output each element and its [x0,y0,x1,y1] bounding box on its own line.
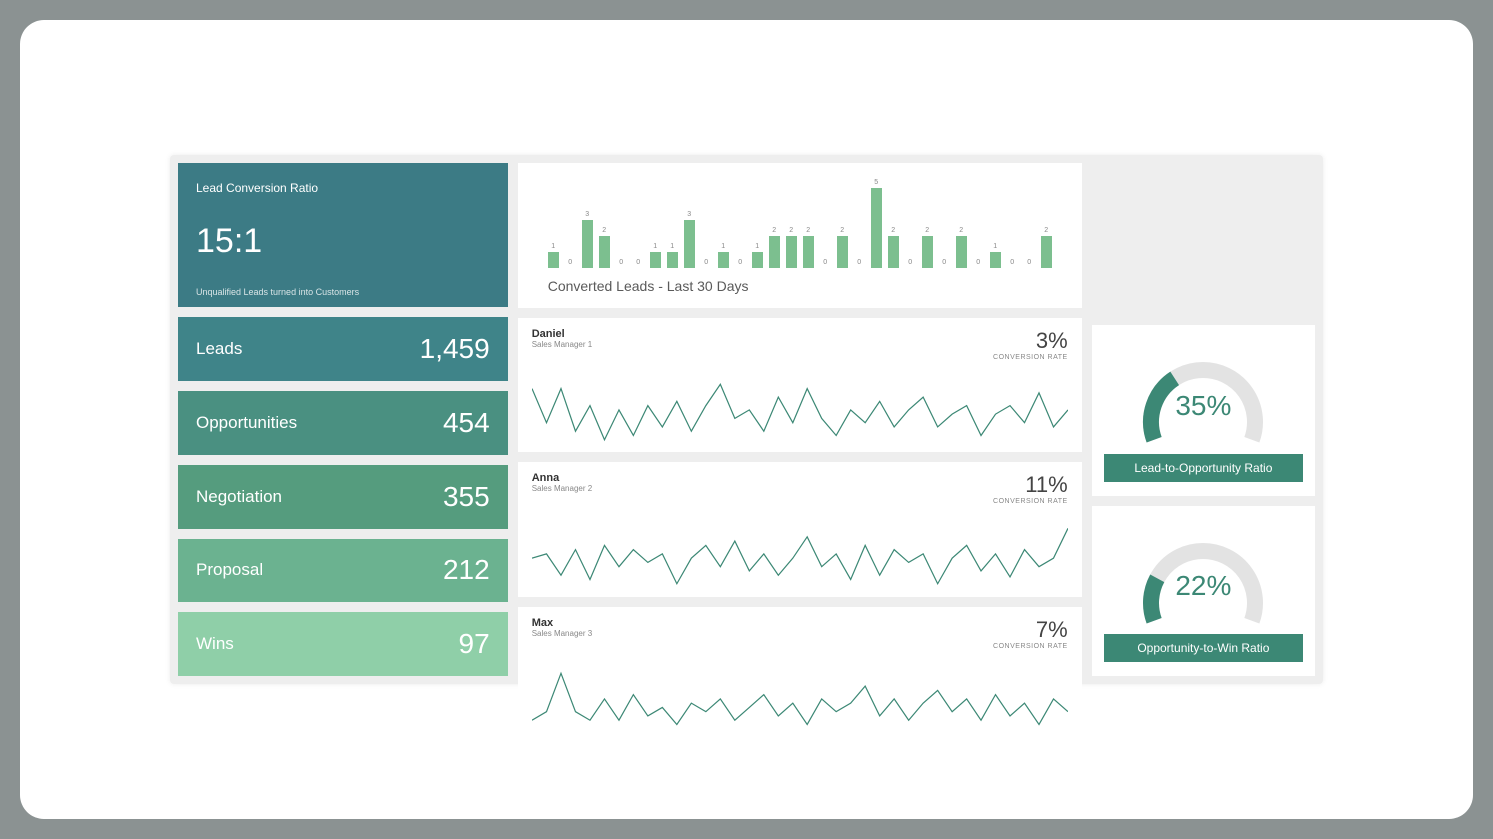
converted-leads-bar-chart: 103200113010122202052020201002 Converted… [518,163,1082,308]
gauge-pct: 35% [1175,390,1231,422]
manager-rate-label: CONVERSION RATE [993,354,1068,361]
bar-item: 2 [786,227,797,268]
sparkline-max [532,652,1068,737]
lead-conversion-ratio-card: Lead Conversion Ratio 15:1 Unqualified L… [178,163,508,307]
right-column: 35% Lead-to-Opportunity Ratio 22% Opport… [1092,163,1315,676]
bar-item: 3 [684,211,695,268]
bar-item: 2 [888,227,899,268]
bar-item: 5 [871,179,882,268]
manager-role: Sales Manager 3 [532,629,592,638]
bar-item: 0 [820,259,831,268]
bar-item: 0 [905,259,916,268]
bar-item: 0 [701,259,712,268]
sparkline-anna [532,507,1068,592]
funnel-wins[interactable]: Wins 97 [178,612,508,676]
bar-item: 1 [667,243,678,268]
middle-column: 103200113010122202052020201002 Converted… [518,163,1082,676]
bar-item: 3 [582,211,593,268]
bar-item: 0 [565,259,576,268]
bar-item: 0 [973,259,984,268]
manager-card-daniel: Daniel Sales Manager 1 3% CONVERSION RAT… [518,318,1082,452]
bar-item: 0 [854,259,865,268]
gauge-label: Lead-to-Opportunity Ratio [1104,454,1303,482]
manager-rate-label: CONVERSION RATE [993,643,1068,650]
manager-name: Max [532,617,592,629]
funnel-value: 97 [459,628,490,660]
bar-item: 1 [650,243,661,268]
bar-item: 2 [1041,227,1052,268]
bar-item: 0 [735,259,746,268]
funnel-value: 212 [443,554,490,586]
bar-item: 2 [837,227,848,268]
funnel-label: Leads [196,339,242,359]
ratio-subtitle: Unqualified Leads turned into Customers [196,287,490,297]
funnel-label: Wins [196,634,234,654]
funnel-value: 1,459 [420,333,490,365]
spacer [1092,163,1315,315]
manager-name: Daniel [532,328,592,340]
funnel-opportunities[interactable]: Opportunities 454 [178,391,508,455]
bar-item: 2 [922,227,933,268]
funnel-label: Opportunities [196,413,297,433]
manager-pct: 11% [993,472,1068,498]
gauge-opportunity-to-win: 22% Opportunity-to-Win Ratio [1092,506,1315,677]
bar-item: 1 [752,243,763,268]
bar-item: 0 [616,259,627,268]
gauge-pct: 22% [1175,570,1231,602]
funnel-proposal[interactable]: Proposal 212 [178,539,508,603]
funnel-leads[interactable]: Leads 1,459 [178,317,508,381]
gauge-lead-to-opportunity: 35% Lead-to-Opportunity Ratio [1092,325,1315,496]
bar-item: 2 [803,227,814,268]
funnel-value: 355 [443,481,490,513]
manager-role: Sales Manager 2 [532,484,592,493]
manager-pct: 3% [993,328,1068,354]
manager-card-max: Max Sales Manager 3 7% CONVERSION RATE [518,607,1082,741]
gauge-label: Opportunity-to-Win Ratio [1104,634,1303,662]
funnel-negotiation[interactable]: Negotiation 355 [178,465,508,529]
funnel-label: Proposal [196,560,263,580]
bar-item: 0 [633,259,644,268]
bar-item: 0 [1007,259,1018,268]
dashboard: Lead Conversion Ratio 15:1 Unqualified L… [170,155,1323,684]
sparkline-daniel [532,363,1068,448]
funnel-value: 454 [443,407,490,439]
manager-card-anna: Anna Sales Manager 2 11% CONVERSION RATE [518,462,1082,596]
bar-item: 1 [990,243,1001,268]
manager-pct: 7% [993,617,1068,643]
bar-item: 2 [769,227,780,268]
bar-item: 1 [548,243,559,268]
bars-title: Converted Leads - Last 30 Days [548,278,1052,294]
ratio-title: Lead Conversion Ratio [196,181,490,195]
bar-item: 0 [1024,259,1035,268]
ratio-value: 15:1 [196,222,490,261]
bar-item: 2 [599,227,610,268]
bar-item: 0 [939,259,950,268]
bar-item: 1 [718,243,729,268]
bar-item: 2 [956,227,967,268]
manager-role: Sales Manager 1 [532,340,592,349]
manager-rate-label: CONVERSION RATE [993,498,1068,505]
left-column: Lead Conversion Ratio 15:1 Unqualified L… [178,163,508,676]
manager-name: Anna [532,472,592,484]
page-card: Lead Conversion Ratio 15:1 Unqualified L… [20,20,1473,819]
funnel-label: Negotiation [196,487,282,507]
